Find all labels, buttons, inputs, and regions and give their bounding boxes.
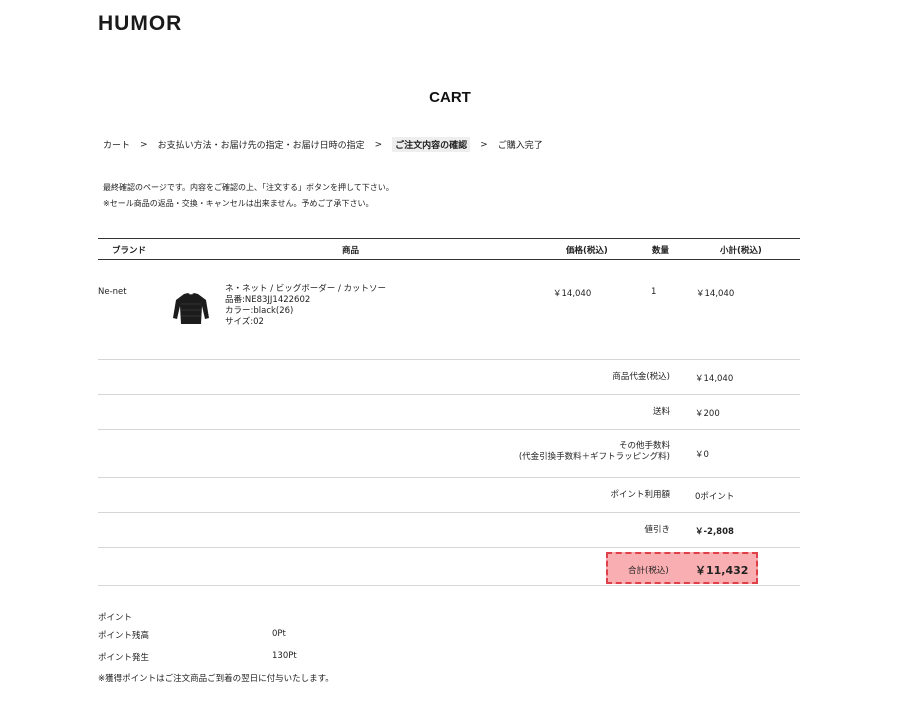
checkout-steps: カート > お支払い方法・お届け先の指定・お届け日時の指定 > ご注文内容の確認…	[103, 137, 543, 152]
table-row: Ne-net ネ・ネット / ビッグボーダー / カットソー 品番:NE83JJ…	[98, 260, 800, 360]
points-earned-value: 130Pt	[272, 651, 297, 661]
shipping-label: 送料	[652, 407, 670, 417]
site-logo[interactable]: HUMOR	[98, 12, 182, 36]
points-note: ※獲得ポイントはご注文商品ご到着の翌日に付与いたします。	[98, 674, 334, 684]
summary-row-points-used: ポイント利用額 0ポイント	[98, 478, 800, 513]
total-value: ￥11,432	[695, 564, 749, 577]
summary-row-shipping: 送料 ￥200	[98, 395, 800, 430]
summary-row-goods: 商品代金(税込) ￥14,040	[98, 360, 800, 395]
step-complete: ご購入完了	[497, 141, 543, 151]
header-brand: ブランド	[112, 246, 147, 256]
order-table: ブランド 商品 価格(税込) 数量 小計(税込) Ne-net ネ・ネット / …	[98, 238, 800, 586]
header-price: 価格(税込)	[566, 246, 608, 256]
product-color: カラー:black(26)	[225, 306, 294, 316]
product-sku: 品番:NE83JJ1422602	[225, 295, 311, 305]
total-highlight: 合計(税込) ￥11,432	[606, 552, 758, 584]
header-subtotal: 小計(税込)	[720, 246, 762, 256]
points-balance-label: ポイント残高	[98, 631, 150, 641]
other-fee-title: その他手数料	[618, 441, 670, 451]
step-separator: >	[140, 139, 148, 150]
step-separator: >	[374, 139, 383, 150]
step-confirm: ご注文内容の確認	[392, 137, 471, 152]
discount-value: ￥-2,808	[695, 527, 734, 537]
goods-label: 商品代金(税込)	[612, 372, 670, 382]
points-title: ポイント	[98, 613, 133, 623]
item-price: ￥14,040	[553, 289, 592, 299]
table-header: ブランド 商品 価格(税込) 数量 小計(税込)	[98, 238, 800, 260]
other-fee-subtitle: (代金引換手数料＋ギフトラッピング料)	[518, 452, 670, 462]
product-details: ネ・ネット / ビッグボーダー / カットソー 品番:NE83JJ1422602…	[225, 284, 386, 328]
item-brand: Ne-net	[98, 287, 127, 297]
other-fee-label: その他手数料 (代金引換手数料＋ギフトラッピング料)	[519, 441, 670, 463]
points-earned-label: ポイント発生	[98, 653, 150, 663]
product-image[interactable]	[172, 290, 210, 328]
step-separator: >	[480, 139, 488, 150]
total-label: 合計(税込)	[628, 566, 669, 576]
points-used-value: 0ポイント	[695, 492, 735, 502]
summary-row-total: 合計(税込) ￥11,432	[98, 548, 800, 586]
note-line: ※セール商品の返品・交換・キャンセルは出来ません。予めご了承下さい。	[103, 199, 374, 208]
product-name-link[interactable]: ネ・ネット / ビッグボーダー / カットソー	[225, 284, 386, 295]
summary-row-other-fees: その他手数料 (代金引換手数料＋ギフトラッピング料) ￥0	[98, 430, 800, 478]
header-qty: 数量	[652, 246, 670, 256]
goods-value: ￥14,040	[695, 374, 734, 384]
summary-row-discount: 値引き ￥-2,808	[98, 513, 800, 548]
item-subtotal: ￥14,040	[696, 289, 735, 299]
points-balance-value: 0Pt	[272, 629, 286, 639]
product-size: サイズ:02	[225, 317, 264, 327]
step-payment-delivery: お支払い方法・お届け先の指定・お届け日時の指定	[157, 141, 365, 151]
other-fee-value: ￥0	[695, 450, 709, 460]
note-line: 最終確認のページです。内容をご確認の上、「注文する」ボタンを押して下さい。	[103, 183, 394, 192]
item-qty: 1	[651, 287, 657, 297]
discount-label: 値引き	[644, 525, 670, 535]
header-product: 商品	[342, 246, 360, 256]
step-cart: カート	[103, 141, 131, 151]
page-title: CART	[429, 89, 471, 106]
shipping-value: ￥200	[695, 409, 720, 419]
confirmation-notes: 最終確認のページです。内容をご確認の上、「注文する」ボタンを押して下さい。 ※セ…	[103, 180, 394, 212]
points-used-label: ポイント利用額	[610, 490, 670, 500]
